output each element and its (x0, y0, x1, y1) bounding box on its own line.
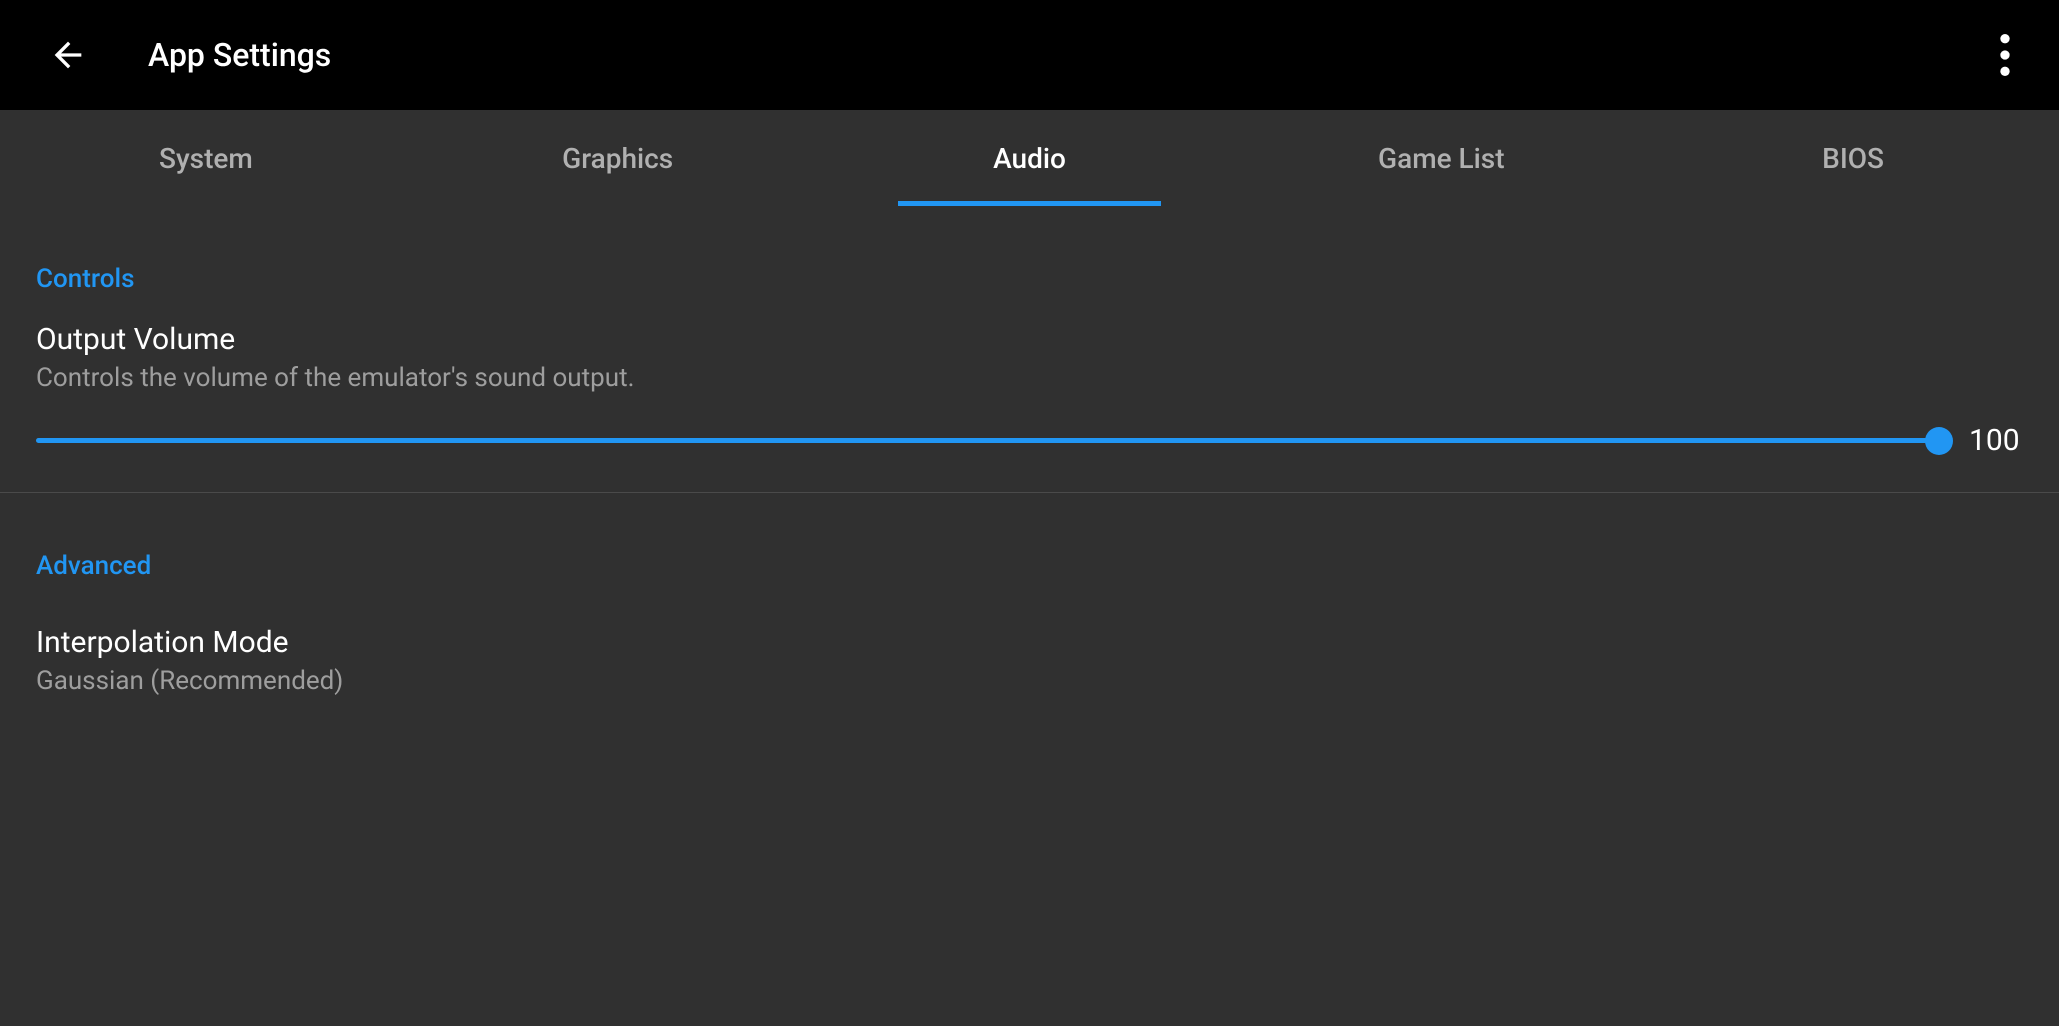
more-vert-icon (2000, 34, 2010, 76)
setting-value-interpolation: Gaussian (Recommended) (36, 666, 2023, 696)
slider-track (36, 438, 1937, 443)
tab-system[interactable]: System (0, 110, 412, 206)
setting-output-volume: Output Volume Controls the volume of the… (0, 294, 2059, 427)
overflow-menu-button[interactable] (1975, 25, 2035, 85)
section-header-advanced: Advanced (0, 493, 2059, 581)
output-volume-slider-row: 100 (0, 423, 2059, 492)
section-header-controls: Controls (0, 206, 2059, 294)
tab-audio[interactable]: Audio (824, 110, 1236, 206)
setting-title-output-volume: Output Volume (36, 322, 2023, 357)
tab-bios[interactable]: BIOS (1647, 110, 2059, 206)
setting-description-output-volume: Controls the volume of the emulator's so… (36, 363, 2023, 393)
page-title: App Settings (148, 36, 331, 74)
setting-interpolation-mode[interactable]: Interpolation Mode Gaussian (Recommended… (0, 581, 2059, 716)
arrow-back-icon (48, 35, 88, 75)
slider-thumb[interactable] (1925, 427, 1953, 455)
output-volume-value: 100 (1953, 423, 2023, 458)
output-volume-slider[interactable] (36, 426, 1937, 456)
app-bar: App Settings (0, 0, 2059, 110)
tab-graphics[interactable]: Graphics (412, 110, 824, 206)
setting-title-interpolation: Interpolation Mode (36, 625, 2023, 660)
tab-bar: System Graphics Audio Game List BIOS (0, 110, 2059, 206)
tab-game-list[interactable]: Game List (1235, 110, 1647, 206)
back-button[interactable] (38, 25, 98, 85)
content-area: System Graphics Audio Game List BIOS Con… (0, 110, 2059, 1026)
